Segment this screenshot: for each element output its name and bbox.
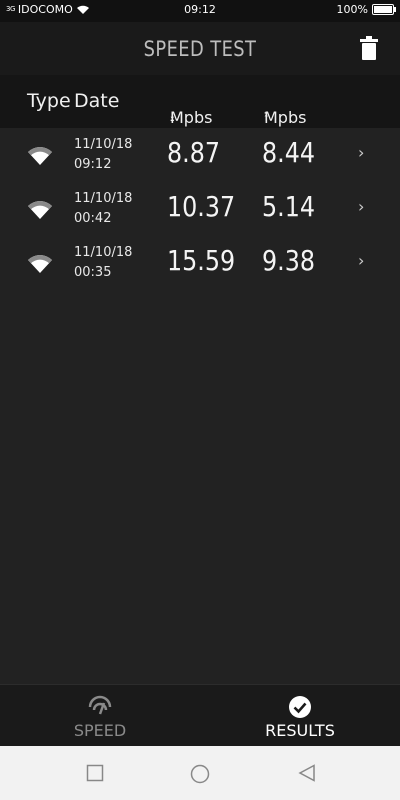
result-datetime: 11/10/18 00:35 <box>74 243 132 283</box>
upload-value: 5.14 <box>262 190 315 223</box>
nav-speed[interactable]: SPEED <box>0 685 200 747</box>
wifi-icon <box>28 147 52 165</box>
result-datetime: 11/10/18 00:42 <box>74 189 132 229</box>
battery-icon <box>372 4 396 15</box>
status-right: 100% <box>336 3 396 16</box>
column-upload-label: Mpbs <box>264 108 307 127</box>
wifi-icon <box>28 201 52 219</box>
trash-icon[interactable] <box>360 36 378 60</box>
result-download: 8.87 <box>167 136 229 169</box>
home-icon[interactable] <box>190 764 210 784</box>
column-type: Type <box>27 90 71 112</box>
nav-results-label: RESULTS <box>265 721 335 740</box>
status-bar: 3G IDOCOMO 09:12 100% <box>0 0 400 22</box>
upload-value: 8.44 <box>262 136 315 169</box>
result-date: 11/10/18 <box>74 245 133 260</box>
chevron-right-icon[interactable]: › <box>358 197 364 216</box>
speedometer-icon <box>88 695 112 715</box>
result-date: 11/10/18 <box>74 191 133 206</box>
download-value: 10.37 <box>167 190 236 223</box>
result-download: 15.59 <box>167 244 247 277</box>
result-time: 00:35 <box>74 265 112 280</box>
column-header: Type Date ⭳ Mpbs ⭱ Mpbs <box>0 75 400 128</box>
column-date: Date <box>74 90 120 112</box>
download-value: 15.59 <box>167 244 236 277</box>
battery-percent: 100% <box>336 3 368 16</box>
result-row[interactable]: 11/10/18 00:42 10.37 5.14 › <box>0 184 400 238</box>
chevron-right-icon[interactable]: › <box>358 251 364 270</box>
results-list: 11/10/18 09:12 8.87 8.44 › 11/10/18 00:4… <box>0 130 400 292</box>
result-row[interactable]: 11/10/18 00:35 15.59 9.38 › <box>0 238 400 292</box>
chevron-right-icon[interactable]: › <box>358 143 364 162</box>
result-datetime: 11/10/18 09:12 <box>74 135 132 175</box>
result-time: 00:42 <box>74 211 112 226</box>
recents-icon[interactable] <box>86 764 104 782</box>
back-icon[interactable] <box>298 764 316 782</box>
nav-results[interactable]: RESULTS <box>200 685 400 747</box>
column-download-label: Mpbs <box>170 108 213 127</box>
result-upload: 8.44 <box>262 136 324 169</box>
bottom-nav: SPEED RESULTS <box>0 684 400 747</box>
result-row[interactable]: 11/10/18 09:12 8.87 8.44 › <box>0 130 400 184</box>
result-download: 10.37 <box>167 190 247 223</box>
result-upload: 9.38 <box>262 244 324 277</box>
check-circle-icon <box>289 696 311 718</box>
result-time: 09:12 <box>74 157 112 172</box>
system-nav-bar <box>0 746 400 800</box>
wifi-icon <box>28 255 52 273</box>
nav-speed-label: SPEED <box>73 721 127 740</box>
result-upload: 5.14 <box>262 190 324 223</box>
upload-value: 9.38 <box>262 244 315 277</box>
app-header: SPEED TEST <box>0 22 400 75</box>
page-title: SPEED TEST <box>143 37 257 61</box>
result-date: 11/10/18 <box>74 137 133 152</box>
download-value: 8.87 <box>167 136 220 169</box>
